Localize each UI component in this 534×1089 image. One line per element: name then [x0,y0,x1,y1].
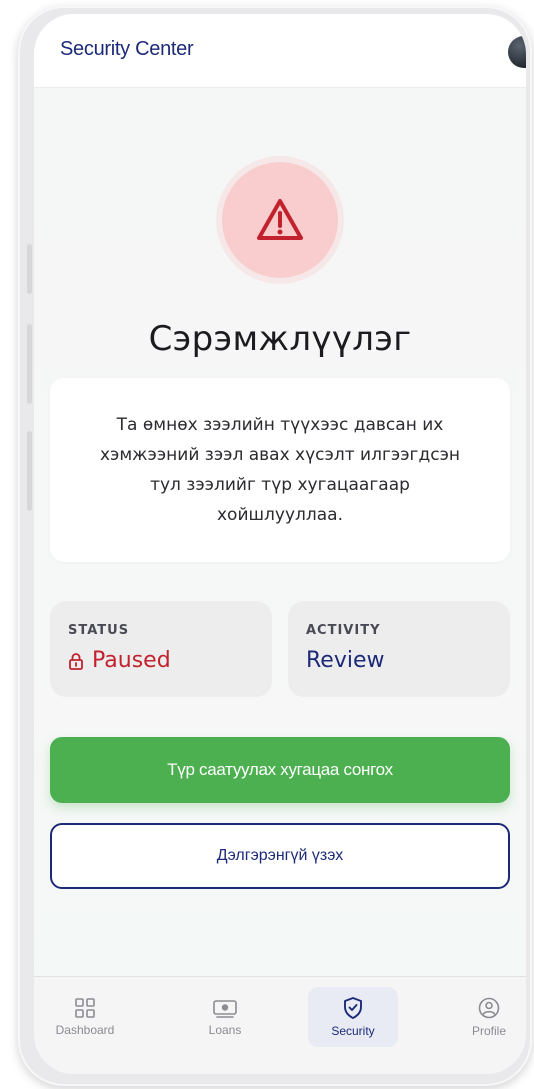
nav-label: Profile [471,1024,506,1038]
status-card: STATUS Paused [50,601,272,697]
alert-message: Та өмнөх зээлийн түүхээс давсан их хэмжэ… [99,415,461,525]
nav-item-security[interactable]: Security [308,987,398,1047]
activity-value: Review [306,648,385,673]
status-label: STATUS [68,623,130,638]
choose-pause-period-button[interactable]: Түр саатуулах хугацаа сонгох [50,737,510,803]
profile-icon [478,997,500,1019]
nav-item-profile[interactable]: Profile [444,987,526,1047]
alert-message-card: Та өмнөх зээлийн түүхээс давсан их хэмжэ… [50,378,510,562]
volume-button [27,324,32,404]
warning-badge [222,162,338,278]
loans-icon [213,1000,237,1018]
avatar[interactable] [508,36,526,68]
view-details-button[interactable]: Дэлгэрэнгүй үзэх [50,823,510,889]
bottom-nav: Dashboard Loans Security Profile [34,976,526,1074]
nav-item-loans[interactable]: Loans [180,987,270,1047]
nav-label: Loans [208,1023,242,1037]
volume-button [27,244,32,294]
activity-label: ACTIVITY [306,623,381,638]
lock-icon [68,652,84,670]
app-title: Security Center [60,38,194,60]
nav-label: Dashboard [55,1023,115,1037]
status-text: Paused [92,648,171,673]
warning-icon [257,199,303,240]
nav-label: Security [331,1024,375,1038]
status-value: Paused [68,648,272,673]
app-screen: Security Center Сэрэмжлүүлэг Та өмнөх зэ… [34,14,526,1074]
security-icon [344,997,362,1019]
alert-title: Сэрэмжлүүлэг [148,319,412,359]
activity-card: ACTIVITY Review [288,601,510,697]
app-header: Security Center [34,14,526,88]
nav-item-dashboard[interactable]: Dashboard [40,987,130,1047]
power-button [27,431,32,511]
dashboard-icon [75,998,95,1018]
